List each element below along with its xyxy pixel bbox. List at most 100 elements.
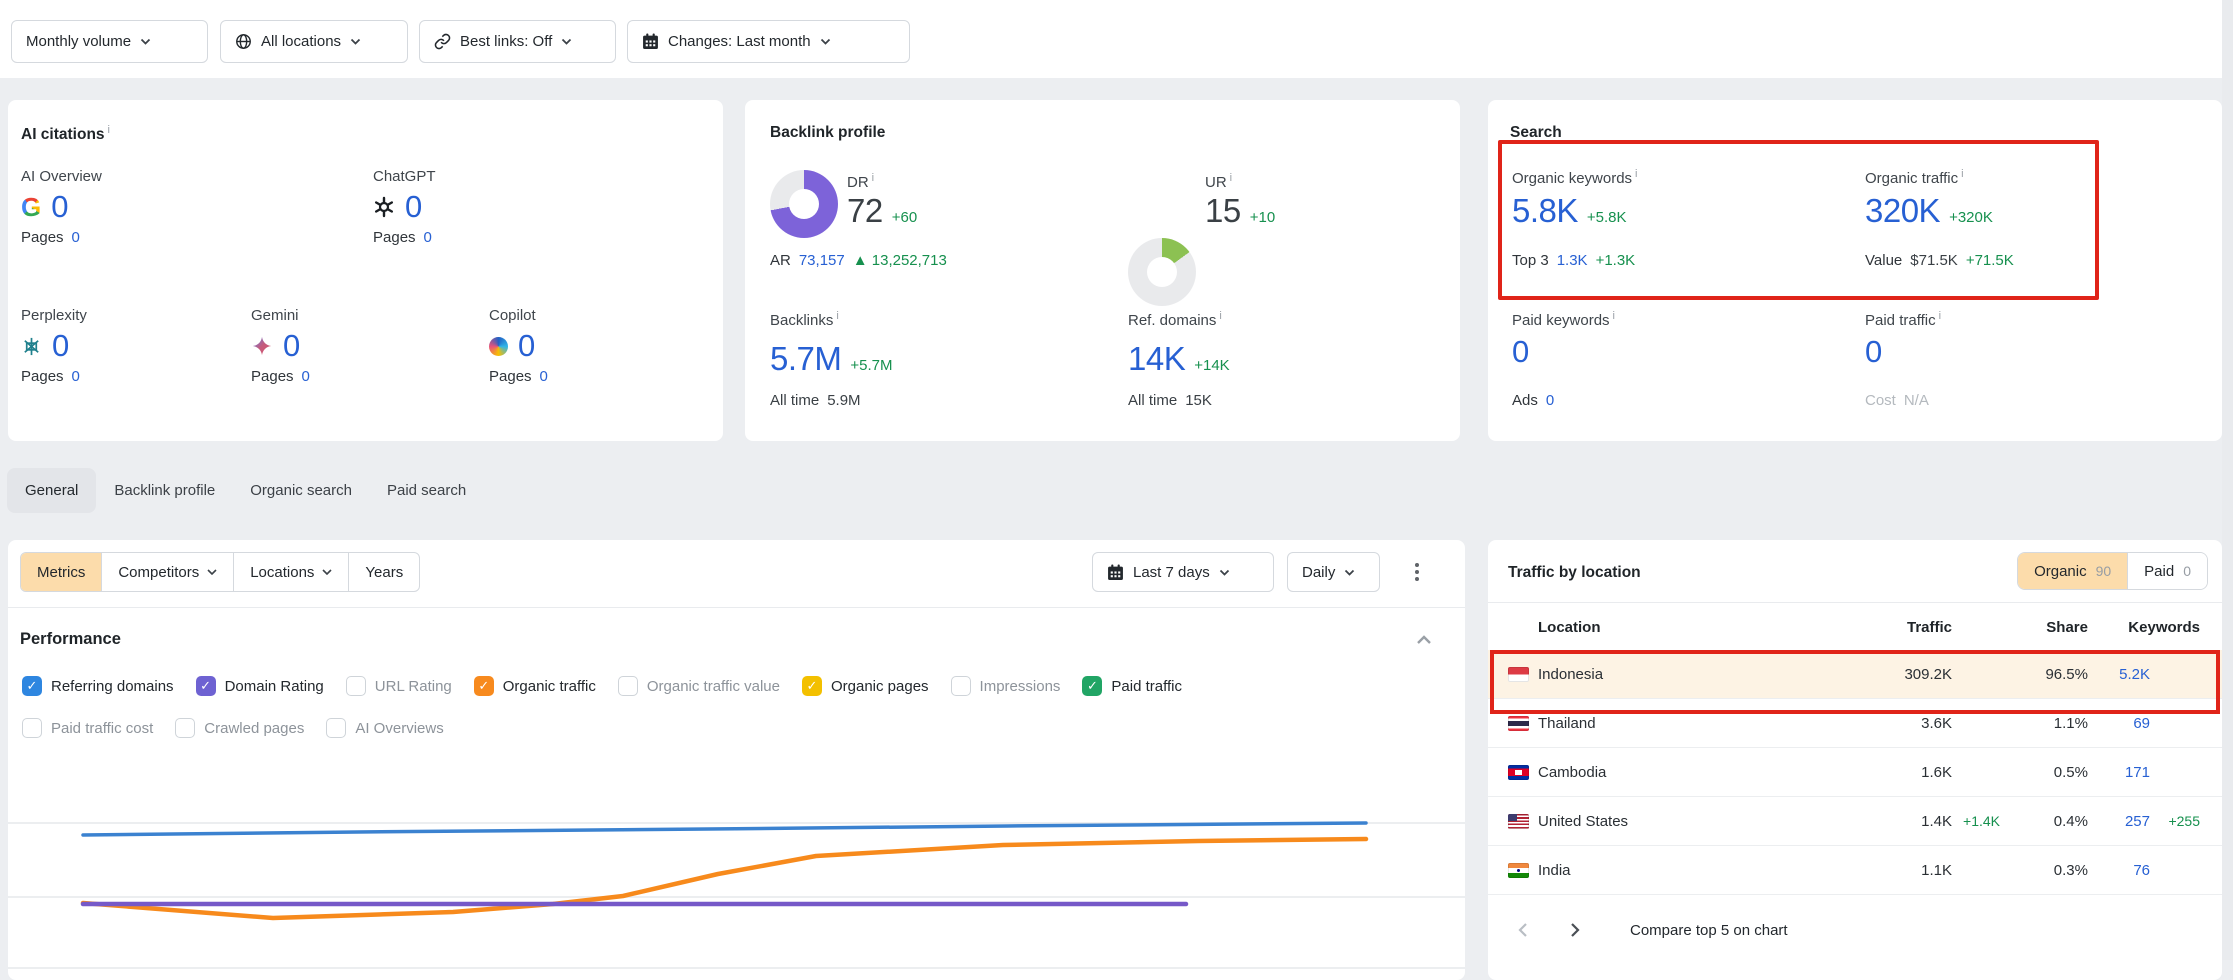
tab-general[interactable]: General [7,468,96,513]
metric-checkbox-url-rating[interactable]: URL Rating [346,676,452,696]
pages-count-link[interactable]: 0 [302,368,310,385]
organic-traffic-value-link[interactable]: 320K [1865,192,1940,230]
checkbox-icon[interactable]: ✓ [474,676,494,696]
best-links-dropdown[interactable]: Best links: Off [419,20,616,63]
ads-value-link[interactable]: 0 [1546,392,1554,409]
ai-cell-copilot: Copilot 0 Pages0 [489,307,548,385]
ur-label: URi [1205,172,1232,191]
scrollbar-track[interactable] [2222,0,2233,960]
chevron-down-icon [1219,569,1230,576]
checkbox-icon[interactable] [951,676,971,696]
column-share[interactable]: Share [2000,619,2088,636]
chevron-down-icon [1344,569,1355,576]
paid-traffic-value-link[interactable]: 0 [1865,334,1882,370]
pages-count-link[interactable]: 0 [540,368,548,385]
pages-count-link[interactable]: 0 [424,229,432,246]
table-row-indonesia[interactable]: Indonesia 309.2K 96.5% 5.2K [1488,650,2222,699]
checkbox-icon[interactable] [22,718,42,738]
granularity-dropdown[interactable]: Daily [1287,552,1380,592]
more-options-kebab-menu[interactable] [1408,560,1426,584]
dr-value-row: 72 +60 [847,192,917,230]
table-row-india[interactable]: India 1.1K 0.3% 76 [1488,846,2222,895]
checkbox-icon[interactable] [326,718,346,738]
checkbox-icon[interactable]: ✓ [22,676,42,696]
toggle-paid[interactable]: Paid0 [2128,553,2207,589]
checkbox-icon[interactable]: ✓ [1082,676,1102,696]
cost-row: Cost N/A [1865,392,1929,409]
checkbox-icon[interactable]: ✓ [802,676,822,696]
info-icon[interactable]: i [1230,172,1232,184]
info-icon[interactable]: i [1961,168,1963,180]
locations-dropdown[interactable]: All locations [220,20,408,63]
previous-page-chevron-left-icon[interactable] [1508,915,1538,945]
organic-keywords-value-link[interactable]: 5.8K [1512,192,1578,230]
backlinks-delta: +5.7M [850,357,892,374]
ref-domains-delta: +14K [1194,357,1229,374]
ai-cell-perplexity: Perplexity 0 Pages0 [21,307,87,385]
metric-checkbox-domain-rating[interactable]: ✓Domain Rating [196,676,324,696]
ur-value-row: 15 +10 [1205,192,1275,230]
tab-organic-search[interactable]: Organic search [250,482,352,499]
metric-checkbox-crawled-pages[interactable]: Crawled pages [175,718,304,738]
value-row: Value $71.5K +71.5K [1865,252,2014,269]
column-keywords[interactable]: Keywords [2088,619,2200,636]
collapse-chevron-up-icon[interactable] [1416,632,1432,650]
info-icon[interactable]: i [1939,310,1941,322]
keywords-link[interactable]: 257 [2088,813,2150,830]
checkbox-icon[interactable]: ✓ [196,676,216,696]
checkbox-icon[interactable] [618,676,638,696]
metric-checkbox-organic-traffic[interactable]: ✓Organic traffic [474,676,596,696]
pages-count-link[interactable]: 0 [72,368,80,385]
metric-checkbox-organic-pages[interactable]: ✓Organic pages [802,676,929,696]
info-icon[interactable]: i [872,172,874,184]
backlinks-value-link[interactable]: 5.7M [770,340,841,378]
checkbox-icon[interactable] [346,676,366,696]
paid-keywords-value-link[interactable]: 0 [1512,334,1529,370]
keywords-link[interactable]: 76 [2088,862,2150,879]
table-row-united-states[interactable]: United States 1.4K +1.4K 0.4% 257 +255 [1488,797,2222,846]
segment-years[interactable]: Years [349,553,419,591]
paid-keywords-label: Paid keywordsi [1512,310,1615,329]
info-icon[interactable]: i [108,124,110,136]
keywords-link[interactable]: 171 [2088,764,2150,781]
info-icon[interactable]: i [1613,310,1615,322]
segment-metrics[interactable]: Metrics [21,553,102,591]
metric-checkbox-impressions[interactable]: Impressions [951,676,1061,696]
column-location[interactable]: Location [1538,619,1832,636]
metric-checkbox-paid-traffic[interactable]: ✓Paid traffic [1082,676,1182,696]
info-icon[interactable]: i [1219,310,1221,322]
metric-checkbox-organic-traffic-value[interactable]: Organic traffic value [618,676,780,696]
monthly-volume-dropdown[interactable]: Monthly volume [11,20,208,63]
ref-domains-value-link[interactable]: 14K [1128,340,1185,378]
changes-dropdown[interactable]: Changes: Last month [627,20,910,63]
perplexity-icon [21,336,42,357]
info-icon[interactable]: i [836,310,838,322]
toggle-organic[interactable]: Organic90 [2018,553,2128,589]
top3-value-link[interactable]: 1.3K [1557,252,1588,269]
column-traffic[interactable]: Traffic [1832,619,1952,636]
performance-line-chart[interactable] [8,753,1465,980]
chevron-down-icon [207,569,217,575]
metric-checkbox-paid-traffic-cost[interactable]: Paid traffic cost [22,718,153,738]
table-row-thailand[interactable]: Thailand 3.6K 1.1% 69 [1488,699,2222,748]
compare-top5-link[interactable]: Compare top 5 on chart [1630,922,1788,939]
tab-backlink-profile[interactable]: Backlink profile [114,482,215,499]
dr-value: 72 [847,192,883,230]
metric-checkbox-ai-overviews[interactable]: AI Overviews [326,718,443,738]
tab-paid-search[interactable]: Paid search [387,482,466,499]
ur-delta: +10 [1250,209,1275,226]
info-icon[interactable]: i [1635,168,1637,180]
pages-count-link[interactable]: 0 [72,229,80,246]
organic-traffic-delta: +320K [1949,209,1993,226]
keywords-link[interactable]: 5.2K [2088,666,2150,683]
date-range-dropdown[interactable]: Last 7 days [1092,552,1274,592]
table-row-cambodia[interactable]: Cambodia 1.6K 0.5% 171 [1488,748,2222,797]
checkbox-icon[interactable] [175,718,195,738]
segment-locations[interactable]: Locations [234,553,349,591]
metric-checkbox-referring-domains[interactable]: ✓Referring domains [22,676,174,696]
next-page-chevron-right-icon[interactable] [1560,915,1590,945]
perplexity-count: 0 [52,328,69,364]
ar-value-link[interactable]: 73,157 [799,252,845,269]
keywords-link[interactable]: 69 [2088,715,2150,732]
segment-competitors[interactable]: Competitors [102,553,234,591]
